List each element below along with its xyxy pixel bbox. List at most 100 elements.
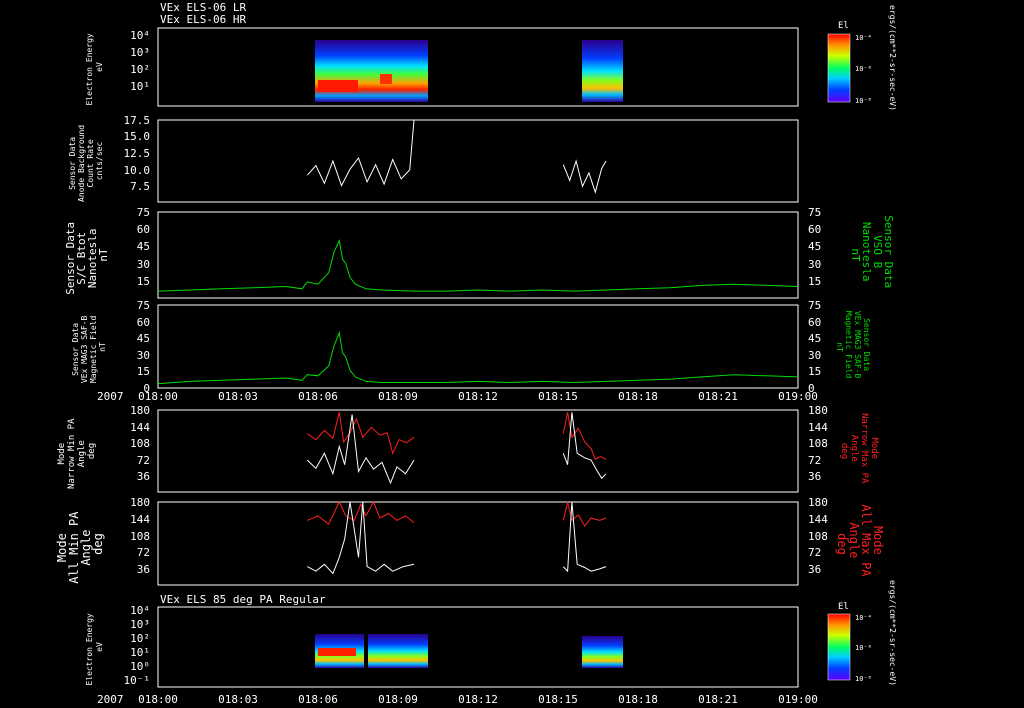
y-tick-label: 45: [137, 240, 150, 253]
ylabel-line: Narrow Min PA: [67, 418, 77, 489]
series-red-line-0: [307, 500, 415, 525]
series-green-line-0: [157, 330, 799, 385]
y-tick-label: 72: [808, 454, 821, 467]
y-tick-label: 45: [808, 240, 821, 253]
panel-5-ylabel: Mode Narrow Min PA Angle deg: [57, 413, 97, 489]
panel-3-y-ticks-left: 75 60 45 30 15: [137, 206, 150, 288]
ylabel-line: deg: [87, 443, 97, 459]
time-tick-label: 018:00: [138, 390, 178, 403]
panel-7-y-ticks: 10⁴ 10³ 10² 10¹ 10⁰ 10⁻¹: [124, 604, 151, 687]
y-tick-label: 10¹: [130, 80, 150, 93]
panel-5-ylabel-right: Mode Narrow Max PA Angle deg: [839, 413, 879, 489]
y-tick-label: 108: [130, 530, 150, 543]
y-tick-label: 10.0: [124, 164, 151, 177]
time-tick-label: 018:03: [218, 390, 258, 403]
y-tick-label: 144: [808, 421, 828, 434]
spectrogram-block-2: [582, 636, 623, 668]
colorbar-tick: 10⁻⁴: [855, 614, 872, 622]
y-tick-label: 15: [137, 275, 150, 288]
ylabel-line: Angle: [849, 435, 859, 462]
panel-2-ylabel: Sensor Data Anode Background Count Rate …: [68, 120, 104, 202]
multi-panel-time-series-figure: VEx ELS-06 LR VEx ELS-06 HR 10⁴ 10³ 10² …: [55, 1, 897, 706]
panel-1-spectrogram-data: [315, 40, 623, 102]
y-tick-label: 180: [130, 404, 150, 417]
time-tick-label: 018:15: [538, 390, 578, 403]
y-tick-label: 72: [137, 454, 150, 467]
y-tick-label: 45: [808, 332, 821, 345]
y-tick-label: 75: [808, 299, 821, 312]
panel-4-lines: [157, 330, 799, 385]
panel-5-lines: [306, 412, 607, 485]
y-tick-label: 10²: [130, 632, 150, 645]
panel-4-y-ticks-left: 75 60 45 30 15 0: [137, 299, 150, 395]
panel-7-colorbar: El 10⁻⁴ 10⁻⁶ 10⁻⁸ ergs/(cm**2-sr-sec-eV): [827, 580, 897, 686]
panel-2-lines: [306, 119, 607, 195]
y-tick-label: 108: [808, 437, 828, 450]
panel-2-count-rate: 17.5 15.0 12.5 10.0 7.5 Sensor Data Anod…: [68, 114, 799, 203]
ylabel-line: Electron Energy: [85, 613, 94, 685]
series-red-line-0: [307, 412, 415, 455]
time-axis-mid: 2007 018:00 018:03 018:06 018:09 018:12 …: [97, 390, 818, 403]
y-tick-label: 15.0: [124, 130, 151, 143]
panel-5-y-ticks-right: 180 144 108 72 36: [808, 404, 828, 483]
ylabel-line: nT: [97, 248, 110, 262]
time-tick-label: 018:00: [138, 693, 178, 706]
ylabel-line: Anode Background: [77, 125, 86, 202]
time-tick-label: 018:18: [618, 693, 658, 706]
y-tick-label: 60: [137, 316, 150, 329]
time-tick-label: 018:06: [298, 693, 338, 706]
panel-7-frame: [157, 606, 799, 688]
ylabel-line: Sensor Data: [71, 323, 80, 376]
y-tick-label: 10⁻¹: [124, 674, 151, 687]
y-tick-label: 144: [130, 421, 150, 434]
y-tick-label: 75: [808, 206, 821, 219]
ylabel-line: VEx MAG3 SAF-B: [853, 311, 862, 379]
y-tick-label: 7.5: [130, 180, 150, 193]
panel-4-ylabel-right: Sensor Data VEx MAG3 SAF-B Magnetic Fiel…: [835, 311, 871, 383]
series-white-line-0: [307, 501, 415, 575]
time-tick-label: 018:03: [218, 693, 258, 706]
ylabel-line: cnts/sec: [95, 142, 104, 181]
panel-4-mag3: 75 60 45 30 15 0 75 60 45 30 15 0 Sensor…: [71, 299, 871, 395]
y-tick-label: 15: [808, 275, 821, 288]
ylabel-line: Magnetic Field: [844, 311, 853, 379]
spectrogram-block-1-red-core: [318, 80, 358, 92]
panel-4-frame: [157, 304, 799, 389]
series-white-line-0: [306, 414, 415, 485]
ylabel-line: deg: [839, 443, 849, 459]
time-tick-label: 018:15: [538, 693, 578, 706]
ylabel-line: Magnetic Field: [89, 316, 98, 384]
header-line-2: VEx ELS-06 HR: [160, 13, 246, 26]
colorbar-gradient: [827, 613, 851, 681]
ylabel-line: deg: [835, 533, 849, 555]
y-tick-label: 10⁴: [130, 604, 150, 617]
panel-3-btot: 75 60 45 30 15 75 60 45 30 15 Sensor Dat…: [64, 206, 895, 299]
ylabel-line: Sensor Data: [862, 318, 871, 371]
spectrogram-block-1: [315, 40, 428, 102]
ylabel-line: Angle: [77, 440, 87, 467]
panel-2-frame: [157, 119, 799, 203]
y-tick-label: 10²: [130, 63, 150, 76]
panel-1-frame: [157, 27, 799, 107]
y-tick-label: 10¹: [130, 646, 150, 659]
series-red-line-1: [562, 501, 607, 527]
ylabel-line: nT: [835, 342, 844, 352]
panel-7-ylabel: Electron Energy eV: [85, 608, 104, 685]
colorbar-gradient: [827, 33, 851, 103]
y-tick-label: 60: [808, 223, 821, 236]
panel-6-y-ticks-right: 180 144 108 72 36: [808, 496, 828, 576]
y-tick-label: 144: [808, 513, 828, 526]
y-tick-label: 60: [137, 223, 150, 236]
year-label: 2007: [97, 693, 124, 706]
y-tick-label: 30: [808, 258, 821, 271]
ylabel-line: deg: [91, 533, 105, 555]
time-axis-bottom: 2007 018:00 018:03 018:06 018:09 018:12 …: [97, 693, 818, 706]
time-tick-label: 019:00: [778, 390, 818, 403]
ylabel-line: Mode: [57, 443, 67, 465]
y-tick-label: 10³: [130, 618, 150, 631]
colorbar-tick: 10⁻⁶: [855, 644, 872, 652]
spectrogram-block-1-gap: [364, 634, 368, 668]
y-tick-label: 10⁴: [130, 29, 150, 42]
colorbar-title: El: [838, 602, 849, 612]
ylabel-line: eV: [95, 642, 104, 652]
